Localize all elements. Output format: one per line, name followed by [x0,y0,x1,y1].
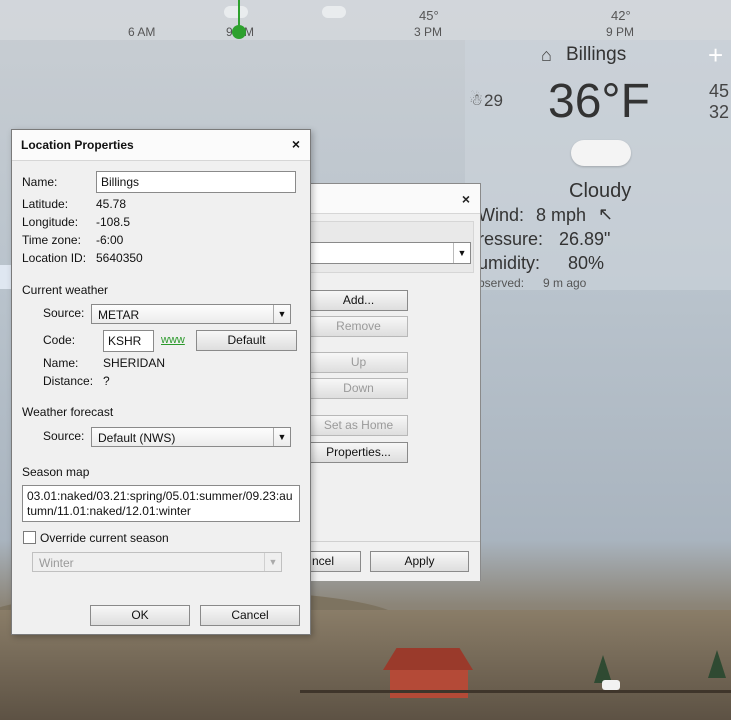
distance-value: ? [103,374,110,388]
location-properties-dialog: Location Properties × Name: Latitude: 45… [11,129,311,635]
forecast-source-value: Default (NWS) [98,431,176,445]
pressure-value: 26.89" [559,229,611,249]
current-weather-header: Current weather [22,283,109,297]
hour-label: 3 PM [414,25,443,39]
chevron-down-icon: ▼ [453,243,470,263]
cloudy-icon [571,140,631,166]
hour-temp: 42° [611,8,631,23]
location-name: Billings [566,44,627,65]
code-label: Code: [43,333,76,347]
chevron-down-icon: ▼ [264,553,281,571]
locations-combo[interactable]: ▼ [309,242,471,264]
longitude-label: Longitude: [22,215,79,229]
source-label: Source: [43,306,85,320]
high-temp: 45 [709,81,730,101]
current-source-value: METAR [98,308,140,322]
location-id-value: 5640350 [96,251,143,265]
hour-label: 6 AM [128,25,156,39]
wind-value: 8 mph [536,205,587,225]
chevron-down-icon: ▼ [273,305,290,323]
set-as-home-button[interactable]: Set as Home [309,415,408,436]
name-label: Name: [22,175,58,189]
properties-button[interactable]: Properties... [309,442,408,463]
default-button[interactable]: Default [196,330,297,351]
observed-value: 9 m ago [543,276,587,290]
cancel-button[interactable]: Cancel [200,605,300,626]
season-value: Winter [39,556,74,570]
cloud-icon [322,6,346,18]
latitude-label: Latitude: [22,197,69,211]
www-link[interactable]: www [161,334,185,346]
farmhouse-roof [383,648,473,670]
season-select[interactable]: Winter ▼ [32,552,282,572]
low-temp: 32 [709,102,730,122]
add-location-icon[interactable]: + [708,40,723,71]
station-name-value: SHERIDAN [103,356,166,370]
close-icon[interactable]: × [462,191,470,207]
close-icon[interactable]: × [292,136,300,152]
observed-label: bserved: [478,276,525,290]
humidity-value: 80% [568,253,605,273]
list-selection-edge [0,265,11,289]
pressure-label: ressure: [478,229,544,249]
remove-button[interactable]: Remove [309,316,408,337]
locations-dialog: × ▼ Add... Remove Up Down Set as Home Pr… [308,183,481,581]
timezone-label: Time zone: [22,233,81,247]
condition: Cloudy [569,180,632,202]
location-id-label: Location ID: [22,251,87,265]
longitude-value: -108.5 [96,215,131,229]
forecast-source-label: Source: [43,429,85,443]
fence [300,690,731,693]
tree [708,650,726,678]
dialog-titlebar: Location Properties × [12,130,310,161]
add-button[interactable]: Add... [309,290,408,311]
current-temperature: 36°F [548,75,650,128]
apply-button[interactable]: Apply [370,551,469,572]
tree [594,655,612,683]
time-marker-handle[interactable] [232,25,246,39]
time-marker-line [238,0,240,26]
season-map-textarea[interactable]: 03.01:naked/03.21:spring/05.01:summer/09… [22,485,300,522]
override-season-checkbox[interactable] [23,531,36,544]
wind-label: Wind: [478,205,525,225]
person-icon: ☃ [469,92,484,109]
name-input[interactable] [96,171,296,193]
hour-temp: 45° [419,8,439,23]
current-source-select[interactable]: METAR ▼ [91,304,291,324]
locations-dialog-titlebar [309,184,480,214]
ok-button[interactable]: OK [90,605,190,626]
up-button[interactable]: Up [309,352,408,373]
chevron-down-icon: ▼ [273,428,290,446]
home-icon: ⌂ [541,45,552,65]
cow [602,680,620,690]
cancel-button[interactable]: ncel [309,551,361,572]
weather-forecast-header: Weather forecast [22,405,114,419]
timezone-value: -6:00 [96,233,124,247]
down-button[interactable]: Down [309,378,408,399]
cloud-icon [224,6,248,18]
override-season-label: Override current season [40,531,169,545]
dialog-title: Location Properties [21,138,134,152]
station-name-label: Name: [43,356,79,370]
wind-chill: 29 [484,91,503,110]
code-input[interactable] [103,330,154,352]
wind-direction-icon: ↖ [598,204,614,224]
hour-label: 9 PM [606,25,635,39]
humidity-label: umidity: [478,253,541,273]
distance-label: Distance: [43,374,94,388]
farmhouse [390,670,468,698]
forecast-source-select[interactable]: Default (NWS) ▼ [91,427,291,447]
season-map-header: Season map [22,465,90,479]
latitude-value: 45.78 [96,197,127,211]
